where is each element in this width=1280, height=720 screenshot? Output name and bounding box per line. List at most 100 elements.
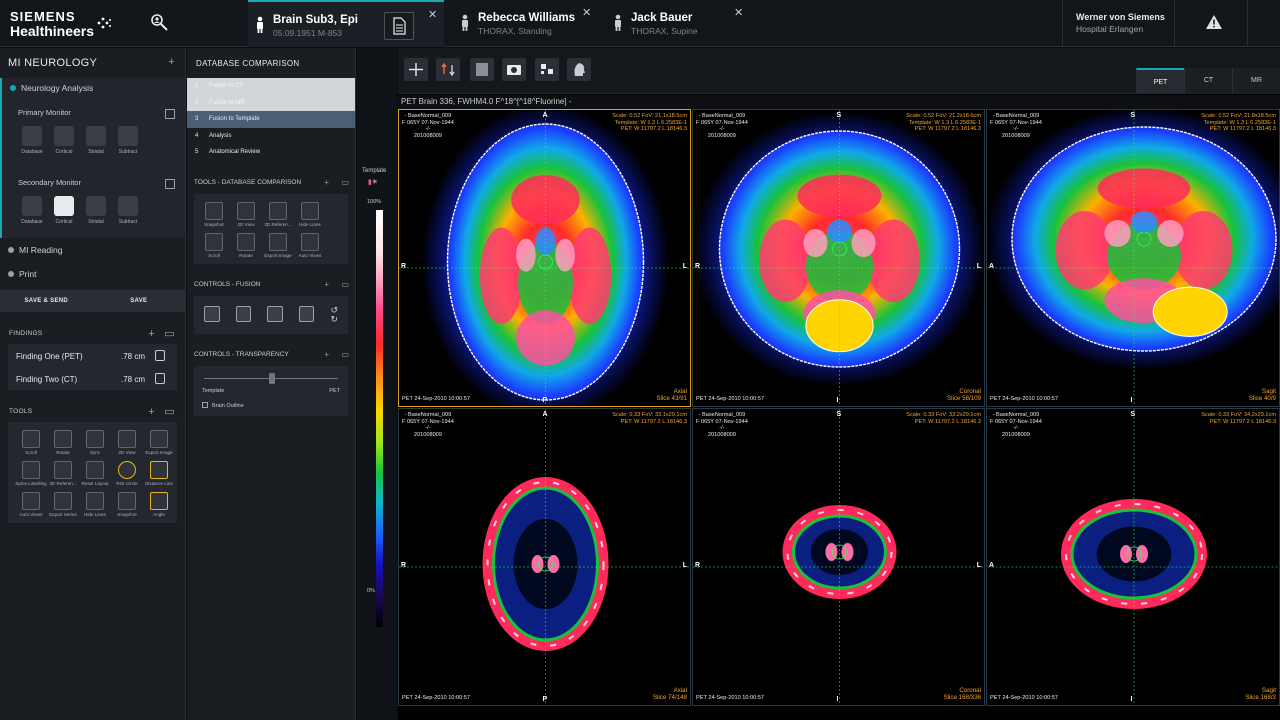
patient-tab-1[interactable]: Brain Sub3, Epi 05.09.1951 M-853 ✕ [248,0,444,47]
patient-report-button[interactable] [384,12,414,40]
collapse-icon[interactable]: ▭ [164,405,175,418]
tool-spine-labelling[interactable]: Spine Labelling [15,461,47,486]
tool-sync[interactable]: Sync [79,430,111,455]
workflow-step-4[interactable]: 4 Analysis [187,128,355,145]
viewport-6[interactable]: - BaseNormal_009 F 065Y 07-Nov-1944 -/- … [986,408,1280,706]
add-icon[interactable]: + [324,350,329,359]
tool-hide-lines[interactable]: Hide Lines [79,492,111,517]
tool-hide-lines[interactable]: Hide Lines [294,201,326,227]
tool-auto-views[interactable]: Auto Views [294,232,326,258]
add-icon[interactable]: + [324,280,329,289]
fusion-swap-button[interactable] [436,58,460,81]
fusion-rotate-icon[interactable]: ↺ ↻ [330,305,338,324]
grid-view-button[interactable] [470,58,494,81]
colorbar-options-icon[interactable]: ▮✳ [368,178,378,186]
tool-2d-view[interactable]: 2D View [111,430,143,455]
add-icon[interactable]: + [148,406,155,418]
tool-3d-reference[interactable]: 3D Referen... [47,461,79,486]
workflow-step-3[interactable]: 3 Fusion to Template [187,111,355,128]
fusion-mode-1-icon[interactable] [204,305,220,322]
brain-outline-checkbox[interactable] [202,401,208,408]
collapse-icon[interactable]: ▭ [341,280,349,289]
collapse-icon[interactable]: ▭ [341,178,349,187]
tool-angle[interactable]: Angle [143,492,175,517]
accordion-mi-reading[interactable]: MI Reading [0,238,185,262]
monitor-database-button[interactable]: Database [16,196,48,238]
fusion-mode-4-icon[interactable] [298,305,315,322]
expand-dot-icon [10,85,16,91]
tool-auto-views[interactable]: Auto Views [15,492,47,517]
add-icon[interactable]: + [168,56,175,68]
viewport-3[interactable]: - BaseNormal_009 F 065Y 07-Nov-1944 -/- … [986,109,1280,407]
accordion-neurology-analysis[interactable]: Neurology Analysis [2,78,185,98]
tab-pet[interactable]: PET [1136,68,1184,94]
add-icon[interactable]: + [324,178,329,187]
link-icon[interactable] [165,109,175,119]
tool-roi-circle[interactable]: ROI Circle [111,461,143,486]
user-site: Hospital Erlangen [1076,24,1144,34]
fusion-mode-2-icon[interactable] [235,305,252,322]
viewport-5[interactable]: - BaseNormal_009 F 065Y 07-Nov-1944 -/- … [692,408,985,706]
camera-button[interactable] [502,58,526,81]
tool-3d-reference[interactable]: 3D Referen... [262,201,294,227]
close-icon[interactable]: ✕ [734,6,743,19]
viewport-2[interactable]: - BaseNormal_009 F 065Y 07-Nov-1944 -/- … [692,109,985,407]
head-view-button[interactable] [567,58,591,81]
workflow-step-1[interactable]: 1 Fusion to CT [187,78,355,95]
close-icon[interactable]: ✕ [428,8,437,21]
patient-tab-3[interactable]: Jack Bauer THORAX, Supine ✕ [606,0,750,47]
tool-snapshot[interactable]: Snapshot [198,201,230,227]
tool-label: Export Image [264,252,292,258]
brain-outline-option[interactable]: Brain Outline [194,398,348,409]
orientation-left: A [989,263,995,270]
tool-scroll[interactable]: Scroll [15,430,47,455]
monitor-subtract-button[interactable]: Subtract [112,196,144,238]
monitor-striatal-button[interactable]: Striatal [80,196,112,238]
viewport-1[interactable]: - BaseNormal_009 F 065Y 07-Nov-1944 -/- … [398,109,691,407]
tool-snapshot[interactable]: Snapshot [111,492,143,517]
collapse-icon[interactable]: ▭ [341,350,349,359]
tool-2d-view[interactable]: 2D View [230,201,262,227]
finding-row[interactable]: Finding One (PET) .78 cm [8,344,177,367]
colorbar[interactable] [376,210,383,627]
tool-rotate[interactable]: Rotate [230,232,262,258]
monitor-database-button[interactable]: Database [16,126,48,168]
finding-snapshot-icon[interactable] [155,373,165,384]
fusion-mode-3-icon[interactable] [267,305,283,322]
user-info[interactable]: Werner von Siemens Hospital Erlangen [1062,0,1174,47]
tool-export-series[interactable]: Export Series [47,492,79,517]
crosshair-button[interactable] [404,58,428,81]
layout-button[interactable] [535,58,559,81]
tool-rotate[interactable]: Rotate [47,430,79,455]
patient-search-icon[interactable] [150,13,170,33]
tool-export-image[interactable]: Export Image [143,430,175,455]
tool-distance-line[interactable]: Distance Line [143,461,175,486]
patient-tab-2[interactable]: Rebecca Williams THORAX, Standing ✕ [453,0,599,47]
close-icon[interactable]: ✕ [582,6,591,19]
tab-mr[interactable]: MR [1232,68,1280,94]
add-icon[interactable]: + [148,328,155,340]
finding-row[interactable]: Finding Two (CT) .78 cm [8,367,177,390]
save-button[interactable]: SAVE [93,290,186,312]
tool-scroll[interactable]: Scroll [198,232,230,258]
viewport-4[interactable]: - BaseNormal_009 F 065Y 07-Nov-1944 -/- … [398,408,691,706]
alerts-button[interactable] [1174,0,1248,47]
monitor-striatal-button[interactable]: Striatal [80,126,112,168]
accordion-print[interactable]: Print [0,262,185,286]
workflow-step-5[interactable]: 5 Anatomical Review [187,144,355,161]
save-and-send-button[interactable]: SAVE & SEND [0,290,93,312]
transparency-slider[interactable] [194,370,348,388]
tab-ct[interactable]: CT [1184,68,1232,94]
finding-snapshot-icon[interactable] [155,350,165,361]
link-icon[interactable] [165,179,175,189]
collapse-icon[interactable]: ▭ [164,327,175,340]
tool-reset-layout[interactable]: Reset Layout [79,461,111,486]
reference-3d-icon [54,461,72,480]
slider-thumb[interactable] [268,372,275,384]
monitor-cortical-button[interactable]: Cortical [48,196,80,238]
workflow-step-2[interactable]: 2 Fusion to MR [187,94,355,111]
icon-label: Subtract [118,149,138,155]
monitor-cortical-button[interactable]: Cortical [48,126,80,168]
monitor-subtract-button[interactable]: Subtract [112,126,144,168]
tool-export-image[interactable]: Export Image [262,232,294,258]
